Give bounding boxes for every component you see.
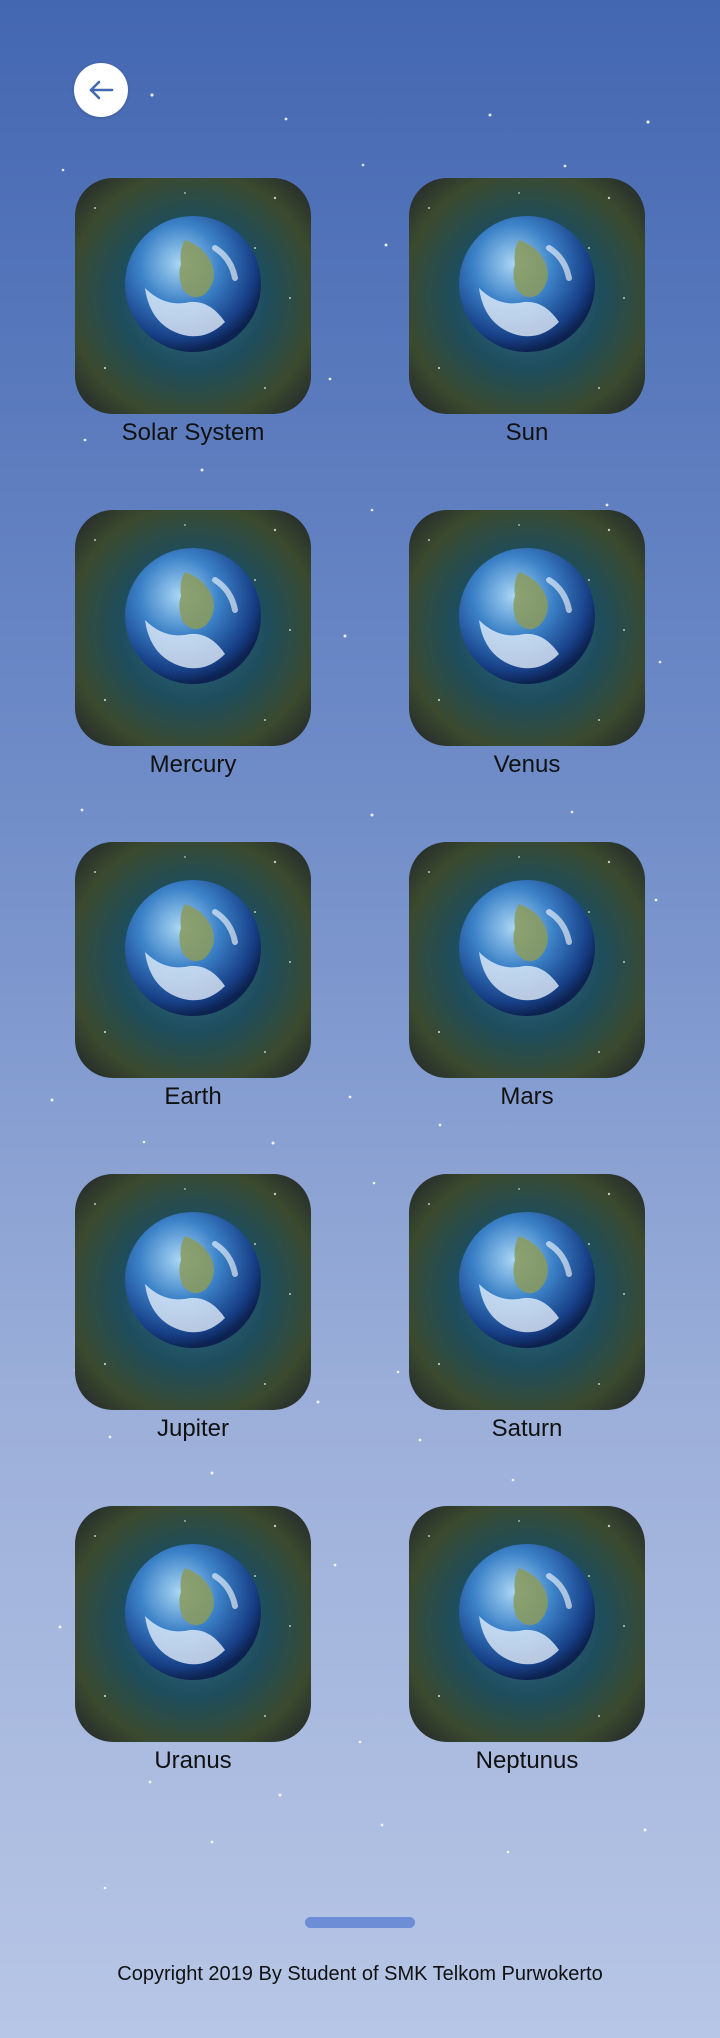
arrow-left-icon bbox=[89, 80, 114, 100]
planet-tile-venus[interactable]: Venus bbox=[409, 510, 645, 780]
planet-tile-mars[interactable]: Mars bbox=[409, 842, 645, 1112]
planet-earth-icon bbox=[75, 510, 311, 746]
planet-earth-icon bbox=[75, 1174, 311, 1410]
planet-earth-icon bbox=[409, 178, 645, 414]
planet-tile-solar-system[interactable]: Solar System bbox=[75, 178, 311, 448]
planet-label: Jupiter bbox=[156, 1415, 230, 1442]
planet-tile-earth[interactable]: Earth bbox=[75, 842, 311, 1112]
planet-label: Solar System bbox=[121, 419, 265, 446]
planet-earth-icon bbox=[409, 1174, 645, 1410]
planet-label: Neptunus bbox=[475, 1747, 579, 1774]
planet-label: Uranus bbox=[154, 1747, 232, 1774]
planet-label: Mercury bbox=[149, 751, 237, 778]
planet-earth-icon bbox=[75, 1506, 311, 1742]
planet-label: Mars bbox=[500, 1083, 554, 1110]
copyright-text: Copyright 2019 By Student of SMK Telkom … bbox=[117, 1963, 603, 1985]
planet-earth-icon bbox=[409, 510, 645, 746]
planet-tile-jupiter[interactable]: Jupiter bbox=[75, 1174, 311, 1444]
back-button[interactable] bbox=[74, 63, 128, 117]
planet-tile-mercury[interactable]: Mercury bbox=[75, 510, 311, 780]
planet-tile-uranus[interactable]: Uranus bbox=[75, 1506, 311, 1776]
planet-earth-icon bbox=[75, 842, 311, 1078]
planet-label: Earth bbox=[164, 1083, 222, 1110]
planet-earth-icon bbox=[409, 842, 645, 1078]
planet-earth-icon bbox=[409, 1506, 645, 1742]
planet-label: Venus bbox=[493, 751, 561, 778]
planet-tile-sun[interactable]: Sun bbox=[409, 178, 645, 448]
scroll-indicator[interactable] bbox=[305, 1917, 415, 1928]
planet-earth-icon bbox=[75, 178, 311, 414]
planet-label: Saturn bbox=[491, 1415, 563, 1442]
planet-tile-saturn[interactable]: Saturn bbox=[409, 1174, 645, 1444]
planet-label: Sun bbox=[505, 419, 549, 446]
planet-tile-neptunus[interactable]: Neptunus bbox=[409, 1506, 645, 1776]
